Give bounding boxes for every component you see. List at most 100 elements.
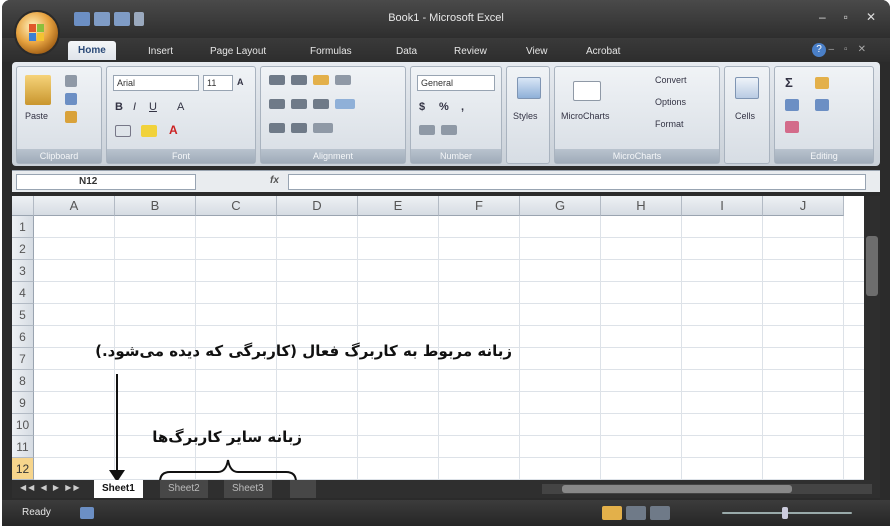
vertical-scroll-thumb[interactable] bbox=[866, 236, 878, 296]
cut-icon[interactable] bbox=[65, 75, 77, 87]
paste-icon[interactable] bbox=[25, 75, 51, 105]
maximize-icon[interactable]: ▫ bbox=[844, 10, 848, 24]
italic-icon[interactable]: I bbox=[133, 101, 136, 113]
column-header[interactable]: F bbox=[439, 196, 520, 216]
font-color-icon[interactable]: A bbox=[169, 123, 178, 137]
number-format-select[interactable]: General bbox=[417, 75, 495, 91]
autosum-icon[interactable]: Σ bbox=[785, 75, 793, 90]
title-bar: Book1 - Microsoft Excel – ▫ ✕ bbox=[2, 0, 890, 38]
sort-filter-icon[interactable] bbox=[815, 77, 829, 89]
help-icon[interactable]: ? bbox=[812, 43, 826, 57]
wrap-text-icon[interactable] bbox=[335, 99, 355, 109]
styles-icon[interactable] bbox=[517, 77, 541, 99]
copy-icon[interactable] bbox=[65, 93, 77, 105]
column-header[interactable]: C bbox=[196, 196, 277, 216]
paste-label[interactable]: Paste bbox=[25, 111, 48, 121]
row-header[interactable]: 3 bbox=[12, 260, 34, 282]
cells-icon[interactable] bbox=[735, 77, 759, 99]
fill-color-icon[interactable] bbox=[141, 125, 157, 137]
grid-line bbox=[34, 325, 864, 326]
horizontal-scroll-thumb[interactable] bbox=[562, 485, 792, 493]
align-top-icon[interactable] bbox=[269, 75, 285, 85]
column-header[interactable]: H bbox=[601, 196, 682, 216]
tab-page-layout[interactable]: Page Layout bbox=[210, 46, 266, 57]
borders-icon[interactable] bbox=[115, 125, 131, 137]
tab-review[interactable]: Review bbox=[454, 46, 487, 57]
currency-icon[interactable]: $ bbox=[419, 101, 425, 113]
grow-font-icon[interactable]: A bbox=[237, 77, 244, 87]
grid-line bbox=[34, 369, 864, 370]
column-header[interactable]: B bbox=[115, 196, 196, 216]
styles-button-label[interactable]: Styles bbox=[513, 111, 538, 121]
fill-icon[interactable] bbox=[785, 99, 799, 111]
decrease-indent-icon[interactable] bbox=[269, 123, 285, 133]
font-size-select[interactable]: 11 bbox=[203, 75, 233, 91]
find-select-icon[interactable] bbox=[815, 99, 829, 111]
orientation-icon[interactable] bbox=[335, 75, 351, 85]
row-header[interactable]: 8 bbox=[12, 370, 34, 392]
insert-function-icon[interactable]: fx bbox=[270, 175, 279, 186]
microcharts-button[interactable]: MicroCharts bbox=[561, 111, 610, 121]
name-box[interactable]: N12 bbox=[16, 174, 196, 190]
insert-sheet-icon[interactable] bbox=[290, 480, 316, 498]
horizontal-scrollbar[interactable] bbox=[542, 484, 872, 494]
row-header[interactable]: 2 bbox=[12, 238, 34, 260]
row-header[interactable]: 9 bbox=[12, 392, 34, 414]
normal-view-icon[interactable] bbox=[602, 506, 622, 520]
column-header[interactable]: A bbox=[34, 196, 115, 216]
row-header[interactable]: 5 bbox=[12, 304, 34, 326]
tab-view[interactable]: View bbox=[526, 46, 548, 57]
underline-icon[interactable]: U bbox=[149, 101, 157, 113]
minimize-icon[interactable]: – bbox=[819, 10, 826, 24]
column-header[interactable]: G bbox=[520, 196, 601, 216]
sheet-tab-sheet3[interactable]: Sheet3 bbox=[224, 480, 272, 498]
formula-input[interactable] bbox=[288, 174, 866, 190]
column-header[interactable]: J bbox=[763, 196, 844, 216]
increase-decimal-icon[interactable] bbox=[419, 125, 435, 135]
microcharts-group-label: MicroCharts bbox=[555, 149, 719, 163]
comma-icon[interactable]: , bbox=[461, 101, 464, 113]
sheet-tab-sheet1[interactable]: Sheet1 bbox=[94, 480, 143, 498]
align-right-icon[interactable] bbox=[313, 99, 329, 109]
close-icon[interactable]: ✕ bbox=[866, 10, 876, 24]
vertical-scrollbar[interactable] bbox=[864, 196, 880, 480]
tab-acrobat[interactable]: Acrobat bbox=[586, 46, 620, 57]
align-center-icon[interactable] bbox=[291, 99, 307, 109]
decrease-decimal-icon[interactable] bbox=[441, 125, 457, 135]
row-header[interactable]: 12 bbox=[12, 458, 34, 480]
sheet-tab-sheet2[interactable]: Sheet2 bbox=[160, 480, 208, 498]
convert-button[interactable]: Convert bbox=[655, 75, 687, 85]
row-header[interactable]: 4 bbox=[12, 282, 34, 304]
font-name-select[interactable]: Arial bbox=[113, 75, 199, 91]
tab-data[interactable]: Data bbox=[396, 46, 417, 57]
macro-record-icon[interactable] bbox=[80, 507, 94, 519]
tab-home[interactable]: Home bbox=[68, 41, 116, 60]
office-button[interactable] bbox=[14, 10, 60, 56]
percent-icon[interactable]: % bbox=[439, 101, 449, 113]
sheet-navigation-icons[interactable]: ◀◀ ◀ ▶ ▶▶ bbox=[20, 483, 82, 492]
format-button[interactable]: Format bbox=[655, 119, 684, 129]
cells-button-label[interactable]: Cells bbox=[735, 111, 755, 121]
zoom-slider-handle[interactable] bbox=[782, 507, 788, 519]
font-size-up-icon[interactable]: A bbox=[177, 101, 184, 113]
align-bottom-icon[interactable] bbox=[313, 75, 329, 85]
merge-center-icon[interactable] bbox=[313, 123, 333, 133]
clear-icon[interactable] bbox=[785, 121, 799, 133]
bold-icon[interactable]: B bbox=[115, 101, 123, 113]
increase-indent-icon[interactable] bbox=[291, 123, 307, 133]
row-header[interactable]: 1 bbox=[12, 216, 34, 238]
sheet-tab-strip: ◀◀ ◀ ▶ ▶▶ Sheet1 Sheet2 Sheet3 bbox=[12, 480, 880, 498]
column-header[interactable]: E bbox=[358, 196, 439, 216]
align-middle-icon[interactable] bbox=[291, 75, 307, 85]
microcharts-icon[interactable] bbox=[573, 81, 601, 101]
select-all-corner[interactable] bbox=[12, 196, 34, 216]
align-left-icon[interactable] bbox=[269, 99, 285, 109]
format-painter-icon[interactable] bbox=[65, 111, 77, 123]
page-break-view-icon[interactable] bbox=[650, 506, 670, 520]
page-layout-view-icon[interactable] bbox=[626, 506, 646, 520]
column-header[interactable]: D bbox=[277, 196, 358, 216]
tab-insert[interactable]: Insert bbox=[148, 46, 173, 57]
tab-formulas[interactable]: Formulas bbox=[310, 46, 352, 57]
options-button[interactable]: Options bbox=[655, 97, 686, 107]
column-header[interactable]: I bbox=[682, 196, 763, 216]
